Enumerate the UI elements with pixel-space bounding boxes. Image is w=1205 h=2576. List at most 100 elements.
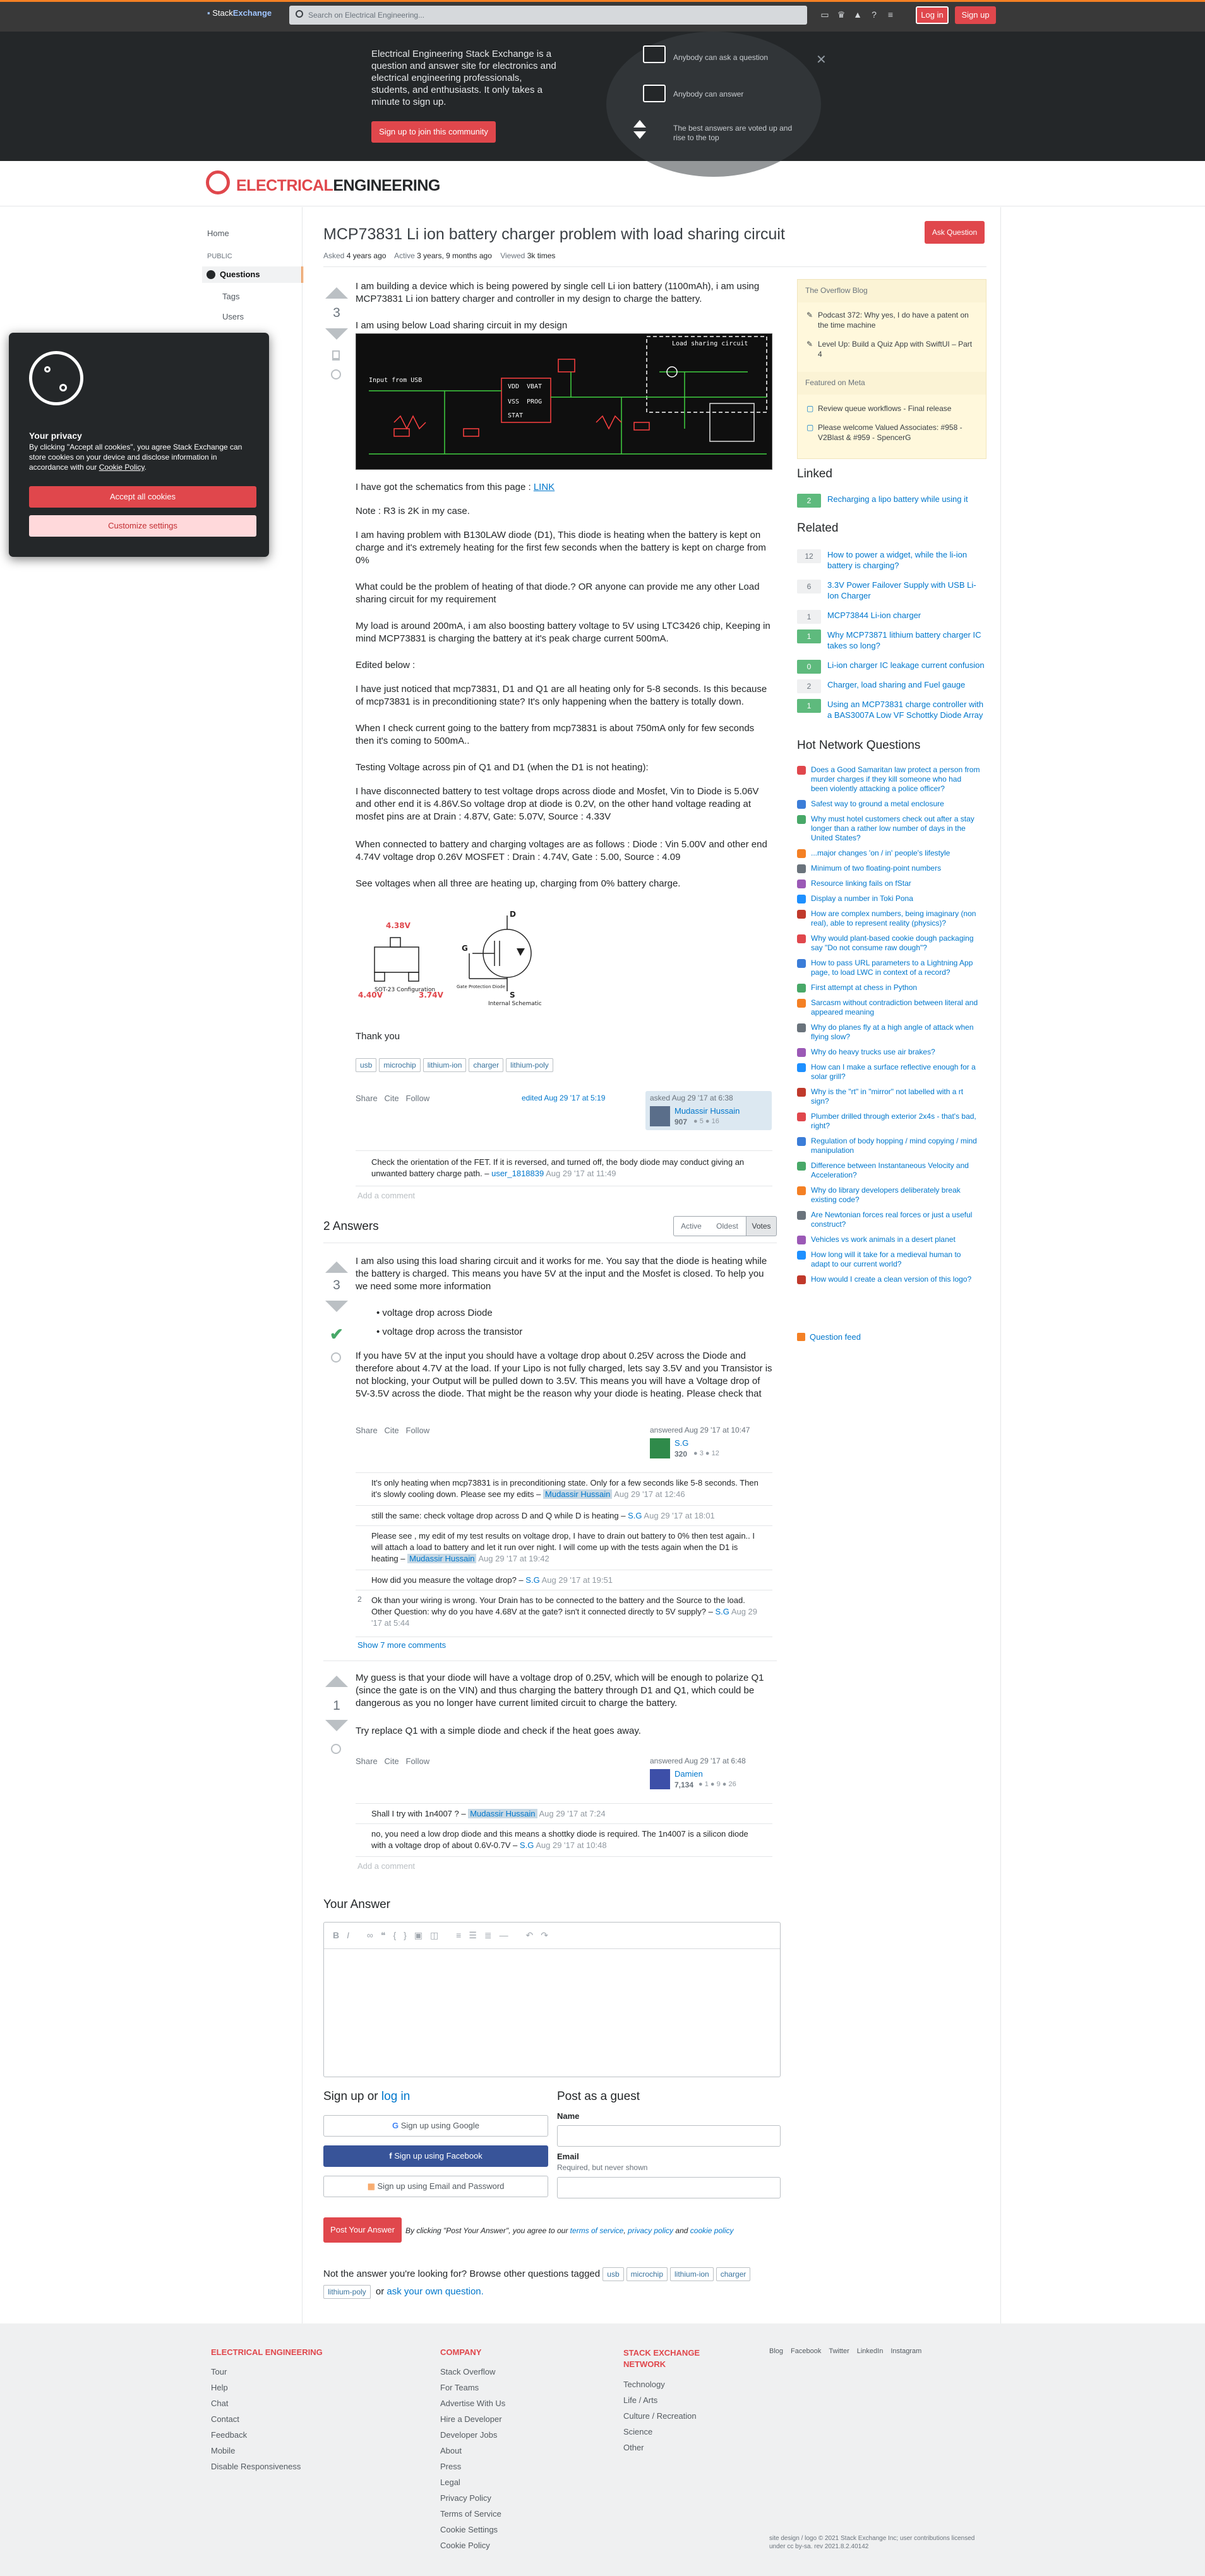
tag-charger[interactable]: charger bbox=[469, 1058, 504, 1072]
footer-link[interactable]: Help bbox=[211, 2380, 301, 2395]
hnq-item[interactable]: Why do library developers deliberately b… bbox=[797, 1186, 980, 1205]
asker-avatar[interactable] bbox=[650, 1106, 670, 1126]
tag-usb[interactable]: usb bbox=[602, 2267, 624, 2281]
ordered-list-icon[interactable]: ≡ bbox=[456, 1930, 469, 1940]
a1-author-name[interactable]: S.G bbox=[674, 1438, 688, 1448]
question-feed-link[interactable]: Question feed bbox=[797, 1332, 861, 1342]
footer-link[interactable]: Legal bbox=[440, 2474, 505, 2490]
a2-cite-link[interactable]: Cite bbox=[385, 1756, 399, 1766]
footer-link[interactable]: Science bbox=[623, 2424, 697, 2440]
related-item[interactable]: 1 Why MCP73871 lithium battery charger IC… bbox=[797, 629, 986, 651]
bullet-list-icon[interactable]: ☰ bbox=[469, 1930, 484, 1940]
tag-microchip[interactable]: microchip bbox=[626, 2267, 668, 2281]
nav-tags[interactable]: Tags bbox=[222, 292, 239, 301]
footer-link[interactable]: Stack Overflow bbox=[440, 2364, 505, 2380]
inbox-icon[interactable]: ▭ bbox=[820, 9, 830, 20]
a1-cite-link[interactable]: Cite bbox=[385, 1426, 399, 1435]
hnq-item[interactable]: How to pass URL parameters to a Lightnin… bbox=[797, 958, 980, 977]
email-signup-button[interactable]: ▦ Sign up using Email and Password bbox=[323, 2176, 548, 2197]
a1-share-link[interactable]: Share bbox=[356, 1426, 378, 1435]
footer-col1-heading[interactable]: ELECTRICAL ENGINEERING bbox=[211, 2347, 323, 2357]
hnq-item[interactable]: How can I make a surface reflective enou… bbox=[797, 1063, 980, 1082]
footer-link[interactable]: Press bbox=[440, 2459, 505, 2474]
tag-lithium-ion[interactable]: lithium-ion bbox=[423, 1058, 467, 1072]
a2-follow-link[interactable]: Follow bbox=[406, 1756, 430, 1766]
footer-link[interactable]: Advertise With Us bbox=[440, 2395, 505, 2411]
email-input[interactable] bbox=[557, 2177, 781, 2198]
facebook-signup-button[interactable]: f Sign up using Facebook bbox=[323, 2145, 548, 2167]
signup-button[interactable]: Sign up bbox=[955, 6, 996, 24]
footer-link[interactable]: Chat bbox=[211, 2395, 301, 2411]
hnq-item[interactable]: Plumber drilled through exterior 2x4s - … bbox=[797, 1112, 980, 1131]
heading-icon[interactable]: ≣ bbox=[484, 1930, 500, 1940]
a2-author-avatar[interactable] bbox=[650, 1769, 670, 1789]
login-button[interactable]: Log in bbox=[916, 6, 949, 24]
social-link[interactable]: Instagram bbox=[890, 2347, 921, 2355]
hnq-item[interactable]: Regulation of body hopping / mind copyin… bbox=[797, 1136, 980, 1155]
ask-own-link[interactable]: ask your own question. bbox=[387, 2286, 483, 2297]
footer-link[interactable]: For Teams bbox=[440, 2380, 505, 2395]
footer-link[interactable]: Cookie Settings bbox=[440, 2522, 505, 2537]
a2-share-link[interactable]: Share bbox=[356, 1756, 378, 1766]
comment-user[interactable]: S.G bbox=[628, 1511, 642, 1520]
hnq-item[interactable]: Sarcasm without contradiction between li… bbox=[797, 998, 980, 1017]
add-comment-link[interactable]: Add a comment bbox=[357, 1191, 415, 1200]
hnq-item[interactable]: Why would plant-based cookie dough packa… bbox=[797, 934, 980, 953]
a1-author-avatar[interactable] bbox=[650, 1438, 670, 1458]
edited-link[interactable]: edited Aug 29 '17 at 5:19 bbox=[522, 1094, 605, 1102]
comment-user[interactable]: S.G bbox=[525, 1575, 539, 1585]
accept-cookies-button[interactable]: Accept all cookies bbox=[29, 486, 256, 508]
footer-link[interactable]: Culture / Recreation bbox=[623, 2408, 697, 2424]
image-icon[interactable]: ▣ bbox=[414, 1930, 430, 1940]
footer-col3-heading[interactable]: STACK EXCHANGE NETWORK bbox=[623, 2347, 712, 2370]
nav-questions[interactable]: Questions bbox=[202, 266, 303, 283]
related-item[interactable]: 1 Using an MCP73831 charge controller wit… bbox=[797, 699, 986, 720]
footer-link[interactable]: Privacy Policy bbox=[440, 2490, 505, 2506]
social-link[interactable]: Blog bbox=[769, 2347, 783, 2355]
footer-link[interactable]: Technology bbox=[623, 2376, 697, 2392]
review-icon[interactable]: ▲ bbox=[853, 9, 863, 20]
asker-name[interactable]: Mudassir Hussain bbox=[674, 1106, 740, 1116]
hnq-item[interactable]: Vehicles vs work animals in a desert pla… bbox=[797, 1235, 980, 1244]
nav-users[interactable]: Users bbox=[222, 312, 244, 321]
upvote-button[interactable] bbox=[325, 287, 348, 299]
schematic-image[interactable]: Load sharing circuit Input from USB VDD … bbox=[356, 333, 772, 470]
tag-lithium-poly[interactable]: lithium-poly bbox=[323, 2285, 371, 2299]
blog-item-1[interactable]: ✎ Podcast 372: Why yes, I do have a paten… bbox=[798, 310, 986, 330]
schematic-link[interactable]: LINK bbox=[534, 482, 555, 492]
join-community-button[interactable]: Sign up to join this community bbox=[371, 121, 496, 143]
name-input[interactable] bbox=[557, 2125, 781, 2147]
comment-user[interactable]: Mudassir Hussain bbox=[468, 1809, 537, 1818]
site-logo[interactable]: ELECTRICALENGINEERING bbox=[206, 169, 496, 200]
tag-charger[interactable]: charger bbox=[716, 2267, 751, 2281]
a1-upvote-button[interactable] bbox=[325, 1261, 348, 1273]
history-icon[interactable] bbox=[331, 369, 341, 379]
hnq-item[interactable]: How are complex numbers, being imaginary… bbox=[797, 909, 980, 928]
comment-user[interactable]: Mudassir Hussain bbox=[543, 1489, 613, 1499]
sort-oldest[interactable]: Oldest bbox=[709, 1216, 746, 1236]
cite-link[interactable]: Cite bbox=[385, 1094, 399, 1103]
linked-item[interactable]: 2 Recharging a lipo battery while using i… bbox=[797, 494, 986, 508]
footer-link[interactable]: Life / Arts bbox=[623, 2392, 697, 2408]
redo-icon[interactable]: ↷ bbox=[541, 1930, 556, 1940]
follow-link[interactable]: Follow bbox=[406, 1094, 430, 1103]
cookie-policy-link[interactable]: Cookie Policy bbox=[99, 463, 145, 472]
related-item[interactable]: 1 MCP73844 Li-ion charger bbox=[797, 610, 986, 624]
a2-author-name[interactable]: Damien bbox=[674, 1769, 703, 1779]
footer-link[interactable]: Terms of Service bbox=[440, 2506, 505, 2522]
undo-icon[interactable]: ↶ bbox=[526, 1930, 541, 1940]
a2-add-comment-link[interactable]: Add a comment bbox=[357, 1861, 415, 1871]
meta-item-2[interactable]: ▢ Please welcome Valued Associates: #958 … bbox=[798, 422, 986, 443]
a1-follow-link[interactable]: Follow bbox=[406, 1426, 430, 1435]
italic-icon[interactable]: I bbox=[347, 1930, 357, 1940]
terms-link[interactable]: terms of service bbox=[570, 2226, 624, 2235]
footer-link[interactable]: Feedback bbox=[211, 2427, 301, 2443]
bookmark-icon[interactable] bbox=[332, 350, 340, 361]
question-title[interactable]: MCP73831 Li ion battery charger problem … bbox=[323, 225, 904, 244]
hnq-item[interactable]: How long will it take for a medieval hum… bbox=[797, 1250, 980, 1269]
search-input[interactable]: Search on Electrical Engineering... bbox=[289, 6, 807, 25]
comment-user[interactable]: S.G bbox=[520, 1840, 534, 1850]
footer-col2-heading[interactable]: COMPANY bbox=[440, 2347, 481, 2357]
site-switcher-icon[interactable]: ≡ bbox=[885, 9, 896, 20]
meta-item-1[interactable]: ▢ Review queue workflows - Final release bbox=[798, 403, 986, 414]
